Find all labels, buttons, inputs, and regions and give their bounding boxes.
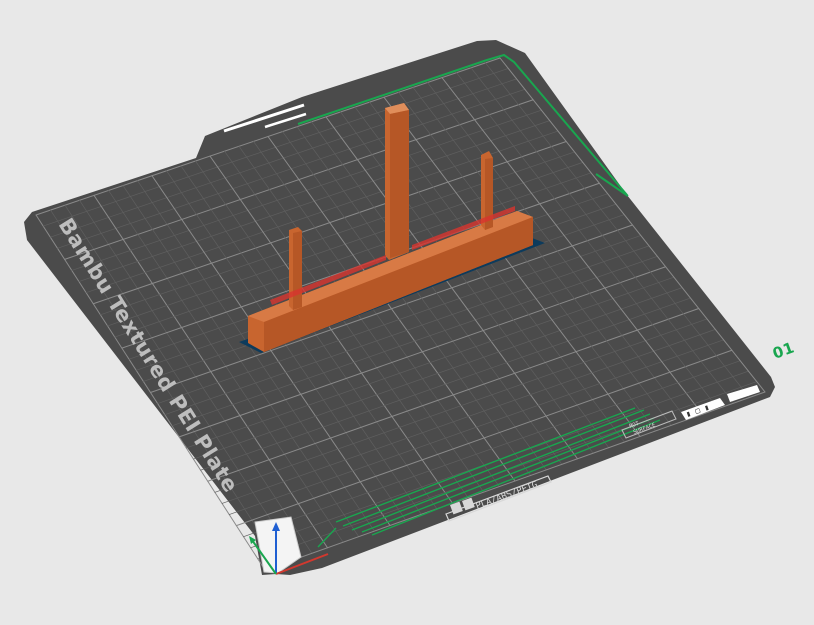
plate-number: 01 xyxy=(770,338,797,362)
3d-viewport[interactable]: ▮ ▢ ▮ HOT SURFACE PLA/ABS/PETG Bambu Tex… xyxy=(0,0,814,625)
